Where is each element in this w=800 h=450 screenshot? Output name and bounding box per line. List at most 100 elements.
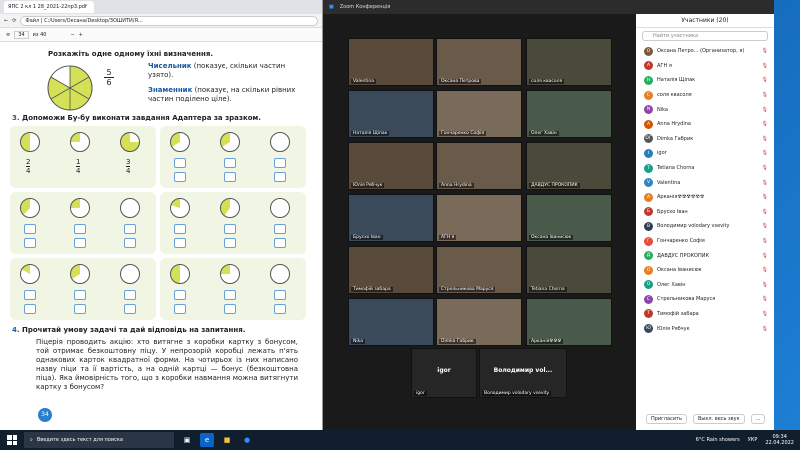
participant-row[interactable]: В Володимир volodary vsevity 🎙 [636,219,774,234]
answer-box[interactable] [274,290,286,300]
mic-muted-icon[interactable]: 🎙 [762,223,768,229]
mic-muted-icon[interactable]: 🎙 [762,150,768,156]
participant-row[interactable]: Б Брусхо Іван 🎙 [636,205,774,220]
participant-row[interactable]: С Стрельникова Маруся 🎙 [636,292,774,307]
mic-muted-icon[interactable]: 🎙 [762,282,768,288]
participant-row[interactable]: A Anna Hrydina 🎙 [636,117,774,132]
video-tile[interactable]: Олег Хавін [526,90,612,138]
mic-muted-icon[interactable]: 🎙 [762,165,768,171]
answer-box[interactable] [174,304,186,314]
participant-row[interactable]: V Valentina 🎙 [636,175,774,190]
answer-box[interactable] [24,290,36,300]
video-tile[interactable]: Гончаренко Софія [436,90,522,138]
video-tile[interactable]: Оксана Іванисюк [526,194,612,242]
video-tile[interactable]: ДАВДУС ПРОКОПИК [526,142,612,190]
answer-box[interactable] [74,238,86,248]
mic-muted-icon[interactable]: 🎙 [762,253,768,259]
answer-box[interactable] [24,238,36,248]
video-tile[interactable]: Тимофій забара [348,246,434,294]
participant-row[interactable]: Н Наталія Щіпак 🎙 [636,73,774,88]
answer-box[interactable] [274,304,286,314]
zoom-taskbar-icon[interactable]: ● [240,433,254,447]
video-tile[interactable]: Оксана Петрова [436,38,522,86]
refresh-icon[interactable]: ⟳ [12,18,16,24]
video-tile[interactable]: Tetiana Chorna [526,246,612,294]
participant-row[interactable]: Д ДАВДУС ПРОКОПИК 🎙 [636,248,774,263]
answer-box[interactable] [274,158,286,168]
address-bar[interactable]: Файл | C:/Users/Оксана/Desktop/ЗОШИТИ/Я.… [20,15,318,26]
answer-box[interactable] [274,172,286,182]
answer-box[interactable] [74,290,86,300]
answer-box[interactable] [24,304,36,314]
mic-muted-icon[interactable]: 🎙 [762,63,768,69]
zoom-out-icon[interactable]: − [70,32,74,38]
answer-box[interactable] [274,238,286,248]
participant-row[interactable]: A Арканія☢☢☢☢☢☢ 🎙 [636,190,774,205]
edge-icon[interactable]: e [200,433,214,447]
language-indicator[interactable]: УКР [748,437,758,443]
task-view-icon[interactable]: ▣ [180,433,194,447]
participant-row[interactable]: Iigor 🎙 [636,146,774,161]
answer-box[interactable] [224,304,236,314]
participant-row[interactable]: Ю Юлія Рябчук 🎙 [636,321,774,336]
answer-box[interactable] [174,290,186,300]
answer-box[interactable] [24,224,36,234]
answer-box[interactable] [124,290,136,300]
answer-box[interactable] [224,238,236,248]
mic-muted-icon[interactable]: 🎙 [762,194,768,200]
mic-muted-icon[interactable]: 🎙 [762,136,768,142]
clock[interactable]: 09:34 22.04.2022 [765,434,794,446]
participant-row[interactable]: N Nika 🎙 [636,102,774,117]
mic-muted-icon[interactable]: 🎙 [762,48,768,54]
answer-box[interactable] [124,224,136,234]
mic-muted-icon[interactable]: 🎙 [762,238,768,244]
answer-box[interactable] [74,224,86,234]
answer-box[interactable] [224,158,236,168]
answer-box[interactable] [224,290,236,300]
video-tile[interactable]: igor igor [411,348,477,398]
video-tile[interactable]: соля квасоля [526,38,612,86]
answer-box[interactable] [174,158,186,168]
mic-muted-icon[interactable]: 🎙 [762,121,768,127]
taskbar-search[interactable]: ⌕ Введите здесь текст для поиска [24,432,174,448]
video-tile[interactable]: Anna Hrydina [436,142,522,190]
participant-row[interactable]: А АГН я 🎙 [636,59,774,74]
mic-muted-icon[interactable]: 🎙 [762,92,768,98]
answer-box[interactable] [174,224,186,234]
participant-row[interactable]: Г Гончаренко Софія 🎙 [636,234,774,249]
answer-box[interactable] [174,238,186,248]
answer-box[interactable] [74,304,86,314]
answer-box[interactable] [124,304,136,314]
participant-row[interactable]: Т Тимофій забара 🎙 [636,307,774,322]
explorer-icon[interactable]: ■ [220,433,234,447]
weather-text[interactable]: 6°C Rain showers [696,437,740,443]
video-tile[interactable]: Наталія Щіпак [348,90,434,138]
windows-start-icon[interactable] [4,432,20,448]
invite-button[interactable]: Пригласить [646,414,687,424]
mic-muted-icon[interactable]: 🎙 [762,296,768,302]
video-tile[interactable]: Стрельникова Маруся [436,246,522,294]
answer-box[interactable] [274,224,286,234]
zoom-in-icon[interactable]: + [79,32,83,38]
video-tile[interactable]: Dimka Габрик [436,298,522,346]
mic-muted-icon[interactable]: 🎙 [762,107,768,113]
video-tile[interactable]: Володимир vol... Володимир volodary vsevi… [479,348,567,398]
video-tile[interactable]: Valentina [348,38,434,86]
participant-row[interactable]: О Оксана Петро... (Организатор, я) 🎙 [636,44,774,59]
mic-muted-icon[interactable]: 🎙 [762,326,768,332]
mute-all-button[interactable]: Выкл. весь звук [692,414,745,424]
mic-muted-icon[interactable]: 🎙 [762,311,768,317]
answer-box[interactable] [174,172,186,182]
answer-box[interactable] [224,172,236,182]
participant-row[interactable]: Ссоля квасоля 🎙 [636,88,774,103]
participant-row[interactable]: О Оксана Іванисюк 🎙 [636,263,774,278]
video-tile[interactable]: Nikа [348,298,434,346]
participant-row[interactable]: О Олег Хавін 🎙 [636,278,774,293]
video-tile[interactable]: Брусхо Іван [348,194,434,242]
participant-search-input[interactable]: Найти участника [642,31,768,41]
video-tile[interactable]: АГН я [436,194,522,242]
participant-row[interactable]: DГ Dimka Габрик 🎙 [636,132,774,147]
pdf-tab[interactable]: ЯПС 2 кл 1 28_2021-22пр3.pdf [4,1,94,13]
answer-box[interactable] [124,238,136,248]
mic-muted-icon[interactable]: 🎙 [762,209,768,215]
